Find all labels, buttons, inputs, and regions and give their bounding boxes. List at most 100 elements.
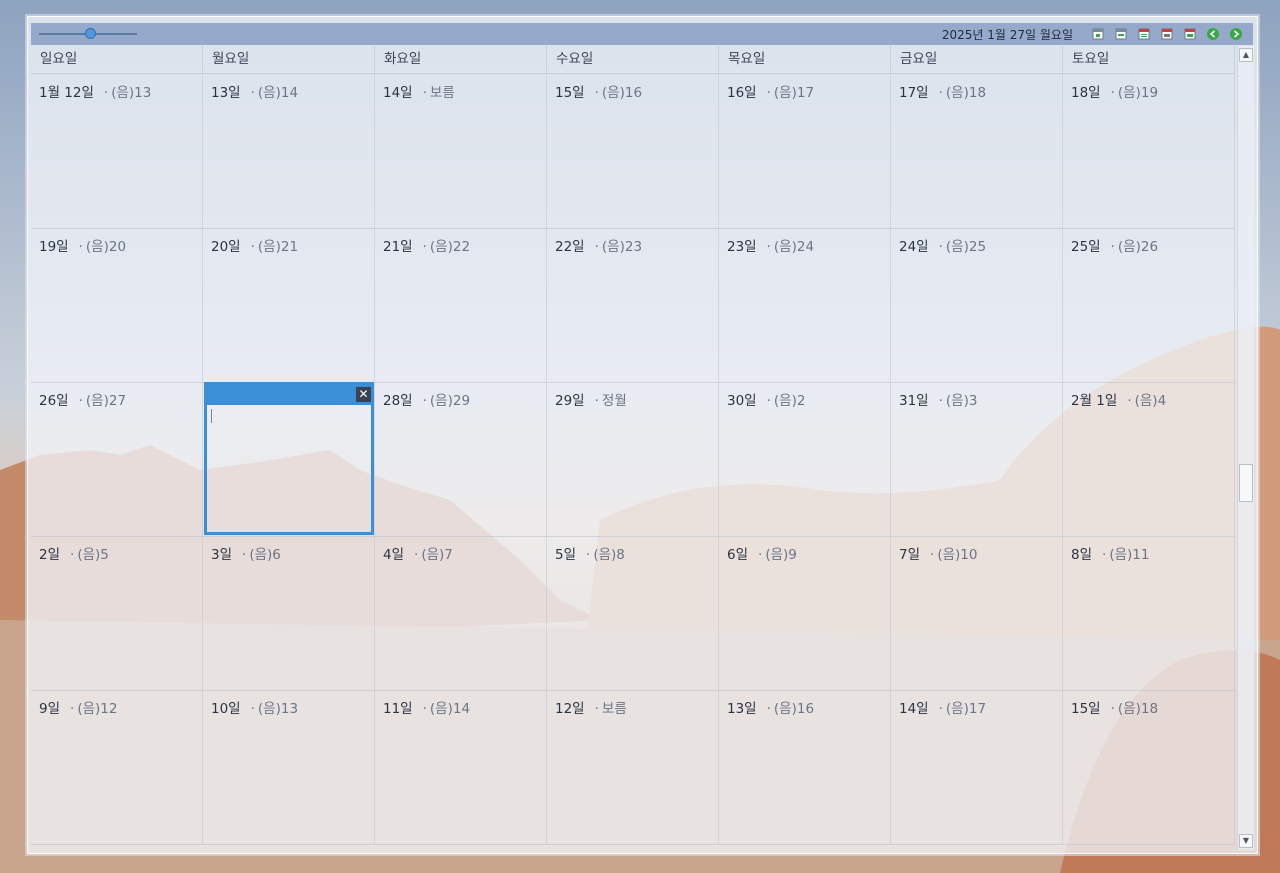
scroll-up-button[interactable]: ▲ xyxy=(1239,48,1253,62)
lunar-value: (음)10 xyxy=(937,547,977,563)
lunar-value: (음)24 xyxy=(774,239,814,255)
day-number: 13일 xyxy=(211,85,241,101)
day-number: 23일 xyxy=(727,239,757,255)
lunar-separator: · xyxy=(595,701,599,717)
lunar-date: ·(음)13 xyxy=(251,701,298,717)
calendar-day-icon[interactable] xyxy=(1091,27,1105,41)
day-number: 28일 xyxy=(383,393,413,409)
calendar-year-icon[interactable] xyxy=(1160,27,1174,41)
day-cell[interactable]: 26일·(음)27 xyxy=(31,382,203,536)
day-cell[interactable]: 2일·(음)5 xyxy=(31,536,203,690)
lunar-value: (음)13 xyxy=(258,701,298,717)
prev-arrow-icon[interactable] xyxy=(1206,27,1220,41)
day-cell[interactable]: 3일·(음)6 xyxy=(203,536,375,690)
day-number: 18일 xyxy=(1071,85,1101,101)
day-cell[interactable]: 7일 ·(음)10 xyxy=(891,536,1063,690)
lunar-separator: · xyxy=(758,547,762,563)
lunar-separator: · xyxy=(1111,85,1115,101)
weekday-header: 월요일 xyxy=(203,46,375,73)
day-cell[interactable]: 22일·(음)23 xyxy=(547,228,719,382)
lunar-value: (음)14 xyxy=(430,701,470,717)
day-number: 21일 xyxy=(383,239,413,255)
day-cell[interactable]: 15일·(음)16 xyxy=(547,74,719,228)
calendar-window: 2025년 1월 27일 월요일 일요일 월요일 화요일 수요일 목요일 금요일… xyxy=(27,16,1258,854)
vertical-scrollbar[interactable]: ▲ ▼ xyxy=(1237,46,1254,850)
day-cell[interactable]: 31일·(음)3 xyxy=(891,382,1063,536)
lunar-separator: · xyxy=(1127,393,1131,409)
day-cell[interactable]: 25일 ·(음)26 xyxy=(1063,228,1235,382)
lunar-separator: · xyxy=(595,239,599,255)
day-cell[interactable]: 15일·(음)18 xyxy=(1063,690,1235,844)
lunar-value: (음)11 xyxy=(1109,547,1149,563)
day-number: 25일 xyxy=(1071,239,1101,255)
day-cell[interactable]: 14일·보름 xyxy=(375,74,547,228)
day-number: 5일 xyxy=(555,547,576,563)
day-cell[interactable]: 8일·(음)11 xyxy=(1063,536,1235,690)
calendar-list-icon[interactable] xyxy=(1183,27,1197,41)
lunar-value: (음)27 xyxy=(86,393,126,409)
day-cell[interactable]: 6일·(음)9 xyxy=(719,536,891,690)
day-cell[interactable]: 5일·(음)8 xyxy=(547,536,719,690)
lunar-value: (음)14 xyxy=(258,85,298,101)
day-number: 2월 1일 xyxy=(1071,393,1117,409)
lunar-separator: · xyxy=(251,701,255,717)
day-cell[interactable]: 24일·(음)25 xyxy=(891,228,1063,382)
day-number: 14일 xyxy=(383,85,413,101)
day-cell[interactable]: 19일·(음)20 xyxy=(31,228,203,382)
day-cell[interactable]: 4일·(음)7 xyxy=(375,536,547,690)
day-cell[interactable]: 17일·(음)18 xyxy=(891,74,1063,228)
day-cell[interactable]: 29일·정월 xyxy=(547,382,719,536)
day-cell[interactable]: 23일·(음)24 xyxy=(719,228,891,382)
day-number: 10일 xyxy=(211,701,241,717)
lunar-separator: · xyxy=(423,239,427,255)
next-arrow-icon[interactable] xyxy=(1229,27,1243,41)
day-number: 7일 xyxy=(899,547,920,563)
lunar-value: (음)12 xyxy=(77,701,117,717)
day-cell[interactable]: 1월 12일·(음)13 xyxy=(31,74,203,228)
lunar-value: (음)19 xyxy=(1118,85,1158,101)
calendar-week-icon[interactable] xyxy=(1114,27,1128,41)
lunar-date: ·(음)2 xyxy=(767,393,806,409)
day-number: 17일 xyxy=(899,85,929,101)
lunar-date: ·(음)12 xyxy=(70,701,117,717)
lunar-separator: · xyxy=(939,701,943,717)
lunar-value: 정월 xyxy=(602,393,627,409)
lunar-date: ·(음)14 xyxy=(423,701,470,717)
calendar-month-icon[interactable] xyxy=(1137,27,1151,41)
lunar-date: ·(음)10 xyxy=(930,547,977,563)
scroll-down-button[interactable]: ▼ xyxy=(1239,834,1253,848)
day-cell[interactable]: 13일·(음)14 xyxy=(203,74,375,228)
lunar-separator: · xyxy=(767,393,771,409)
lunar-separator: · xyxy=(767,701,771,717)
day-cell[interactable]: 18일 ·(음)19 xyxy=(1063,74,1235,228)
day-number: 3일 xyxy=(211,547,232,563)
week-row: 2일·(음)53일·(음)64일·(음)75일·(음)86일·(음)97일·(음… xyxy=(31,536,1235,691)
selected-day-cell[interactable]: ✕ xyxy=(204,382,374,535)
day-number: 11일 xyxy=(383,701,413,717)
day-cell[interactable]: 20일·(음)21 xyxy=(203,228,375,382)
day-cell[interactable]: 21일 ·(음)22 xyxy=(375,228,547,382)
close-button[interactable]: ✕ xyxy=(356,387,371,402)
day-cell[interactable]: 2월 1일·(음)4 xyxy=(1063,382,1235,536)
day-cell[interactable]: 30일 ·(음)2 xyxy=(719,382,891,536)
day-number: 30일 xyxy=(727,393,757,409)
day-cell[interactable]: 13일·(음)16 xyxy=(719,690,891,844)
day-number: 26일 xyxy=(39,393,69,409)
zoom-slider-thumb[interactable] xyxy=(85,28,96,39)
lunar-date: ·(음)26 xyxy=(1111,239,1158,255)
day-cell[interactable]: 9일·(음)12 xyxy=(31,690,203,844)
lunar-date: ·(음)3 xyxy=(939,393,978,409)
day-number: 29일 xyxy=(555,393,585,409)
day-cell[interactable]: 10일 ·(음)13 xyxy=(203,690,375,844)
day-cell[interactable]: 28일·(음)29 xyxy=(375,382,547,536)
lunar-date: ·(음)13 xyxy=(104,85,151,101)
scroll-thumb[interactable] xyxy=(1239,464,1253,502)
day-cell[interactable]: 12일·보름 xyxy=(547,690,719,844)
lunar-separator: · xyxy=(414,547,418,563)
day-cell[interactable]: 11일 ·(음)14 xyxy=(375,690,547,844)
day-cell[interactable]: 16일·(음)17 xyxy=(719,74,891,228)
day-cell[interactable]: 14일·(음)17 xyxy=(891,690,1063,844)
lunar-separator: · xyxy=(1102,547,1106,563)
lunar-value: (음)22 xyxy=(430,239,470,255)
lunar-separator: · xyxy=(423,701,427,717)
